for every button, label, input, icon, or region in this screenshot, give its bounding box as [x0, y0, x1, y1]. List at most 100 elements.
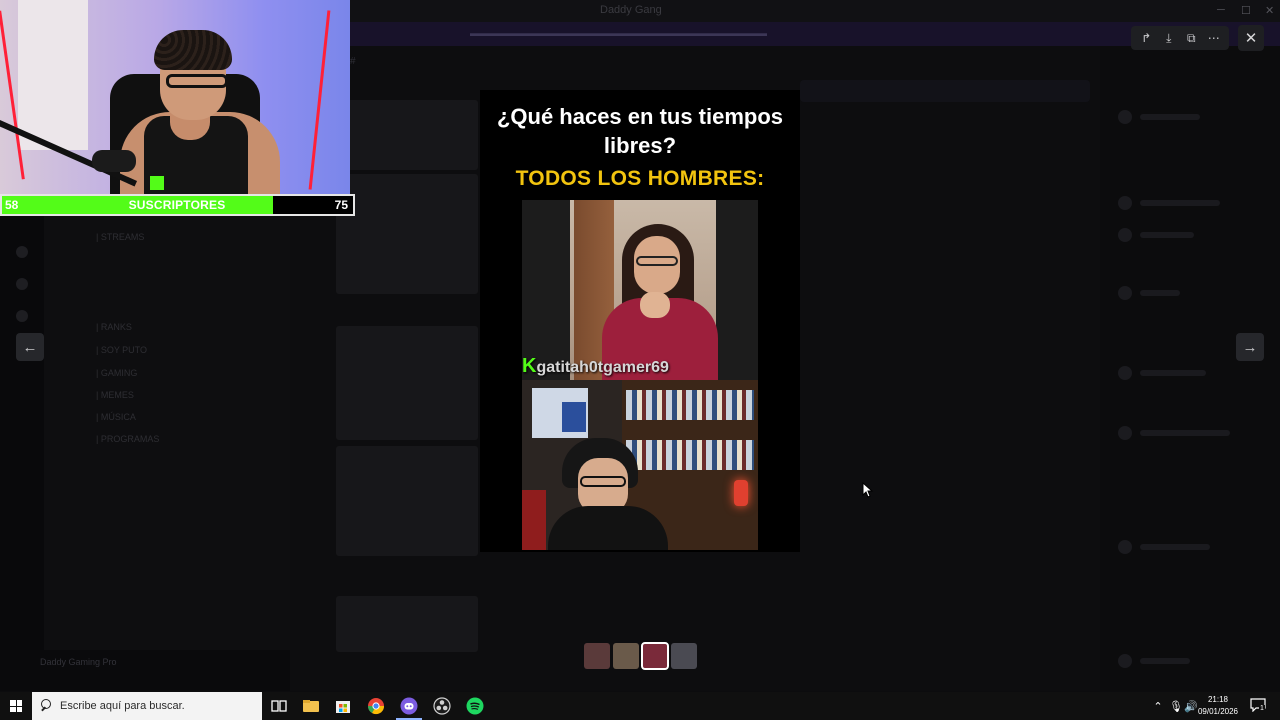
- door: [18, 0, 88, 150]
- led-strip: [308, 10, 331, 190]
- server-icon: [16, 246, 28, 258]
- mouse-cursor-icon: [862, 482, 874, 498]
- viewer-toolbar: ↱ ⤓ ⧉ ⋯: [1131, 26, 1229, 50]
- arrow-right-icon[interactable]: →: [1236, 333, 1264, 361]
- member-avatar: [1118, 286, 1132, 300]
- screen: Daddy Gang ─ ☐ ✕ ▬▬▬▬▬▬▬▬▬▬▬▬▬▬▬▬▬▬▬▬▬▬▬…: [0, 0, 1280, 720]
- member-name: [1140, 290, 1180, 296]
- subscriber-goal: 75: [334, 198, 348, 212]
- window-close-icon: ✕: [1265, 5, 1275, 17]
- forward-icon[interactable]: ↱: [1137, 29, 1155, 47]
- subscriber-label: SUSCRIPTORES: [128, 198, 226, 212]
- minimize-icon: ─: [1217, 4, 1225, 16]
- arrow-left-icon[interactable]: ←: [16, 333, 44, 361]
- glasses: [636, 256, 678, 266]
- chat-image: [336, 174, 478, 294]
- start-button[interactable]: [0, 692, 32, 720]
- clock-date: 09/01/2026: [1197, 707, 1239, 716]
- member-avatar: [1118, 196, 1132, 210]
- books-row: [626, 440, 754, 470]
- meme-top-panel: [522, 200, 758, 380]
- channel-header: #: [350, 56, 356, 67]
- store-icon[interactable]: [334, 697, 352, 715]
- chat-image: [336, 100, 478, 170]
- file-explorer-icon[interactable]: [302, 697, 320, 715]
- thumbnail[interactable]: [584, 643, 610, 669]
- notification-center-icon[interactable]: 1: [1250, 698, 1268, 714]
- member-avatar: [1118, 228, 1132, 242]
- member-name: [1140, 370, 1206, 376]
- notification-count: 1: [1259, 705, 1265, 712]
- channel-name: | PROGRAMAS: [96, 434, 160, 444]
- windows-taskbar: Escribe aquí para buscar. ⌃ 🎙 🔊 21:18 09…: [0, 692, 1280, 720]
- curly-hair: [154, 30, 232, 70]
- book: [522, 490, 546, 550]
- kick-logo-icon: [150, 176, 164, 190]
- books-row: [626, 390, 754, 420]
- channel-name: | MÚSICA: [96, 412, 136, 422]
- notice-banner-text: ▬▬▬▬▬▬▬▬▬▬▬▬▬▬▬▬▬▬▬▬▬▬▬▬▬▬▬▬▬▬▬▬▬: [470, 28, 767, 38]
- spotify-icon[interactable]: [466, 697, 484, 715]
- channel-name: | SOY PUTO: [96, 345, 148, 355]
- hands: [640, 292, 670, 318]
- member-name: [1140, 430, 1230, 436]
- lamp: [734, 480, 748, 506]
- maximize-icon: ☐: [1241, 5, 1251, 17]
- meme-question: ¿Qué haces en tus tiempos libres?: [496, 104, 784, 158]
- obs-icon[interactable]: [433, 697, 451, 715]
- background-search: [800, 80, 1090, 102]
- chat-image: [336, 446, 478, 556]
- discord-icon[interactable]: [400, 697, 418, 715]
- member-avatar: [1118, 426, 1132, 440]
- thumbnail-strip: [584, 642, 697, 670]
- webcam-overlay: [0, 0, 350, 194]
- chrome-icon[interactable]: [367, 697, 385, 715]
- chat-image: [336, 326, 478, 440]
- microphone-icon[interactable]: 🎙: [1168, 700, 1184, 713]
- channel-name: | MEMES: [96, 390, 134, 400]
- user-panel-name: Daddy Gaming Pro: [40, 657, 117, 667]
- clock-time: 21:18: [1207, 695, 1229, 704]
- thumbnail[interactable]: [613, 643, 639, 669]
- app-title: Daddy Gang: [600, 4, 662, 16]
- kick-logo: K: [522, 355, 537, 377]
- member-name: [1140, 114, 1200, 120]
- channel-name: | RANKS: [96, 322, 132, 332]
- member-name: [1140, 544, 1210, 550]
- thumbnail-active[interactable]: [641, 642, 669, 670]
- poster-figure: [562, 402, 586, 432]
- member-name: [1140, 658, 1190, 664]
- glasses: [580, 476, 626, 487]
- search-placeholder: Escribe aquí para buscar.: [60, 700, 185, 712]
- thumbnail[interactable]: [671, 643, 697, 669]
- shirt: [548, 506, 668, 550]
- download-icon[interactable]: ⤓: [1160, 29, 1178, 47]
- chat-image: [336, 596, 478, 652]
- search-icon: [40, 699, 54, 713]
- channel-name: | GAMING: [96, 368, 138, 378]
- meme-headline: TODOS LOS HOMBRES:: [515, 167, 765, 190]
- member-avatar: [1118, 540, 1132, 554]
- task-view-icon[interactable]: [270, 697, 288, 715]
- member-name: [1140, 200, 1220, 206]
- channel-name: | STREAMS: [96, 232, 145, 242]
- server-list: [0, 216, 44, 691]
- media-image: ¿Qué haces en tus tiempos libres? TODOS …: [480, 90, 800, 552]
- member-avatar: [1118, 110, 1132, 124]
- member-avatar: [1118, 366, 1132, 380]
- chevron-up-icon[interactable]: ⌃: [1152, 700, 1164, 713]
- subscriber-goal-bar: 58 SUSCRIPTORES 75: [0, 194, 355, 216]
- member-name: [1140, 232, 1194, 238]
- open-external-icon[interactable]: ⧉: [1182, 29, 1200, 47]
- channel-list: [44, 216, 290, 691]
- glasses: [166, 74, 228, 88]
- close-icon[interactable]: ✕: [1238, 25, 1264, 51]
- microphone: [92, 150, 136, 172]
- taskbar-clock[interactable]: 21:18 09/01/2026: [1192, 694, 1244, 718]
- more-icon[interactable]: ⋯: [1205, 29, 1223, 47]
- kick-watermark: Kgatitah0tgamer69: [522, 355, 669, 378]
- taskbar-search[interactable]: Escribe aquí para buscar.: [32, 692, 262, 720]
- server-icon: [16, 310, 28, 322]
- meme-bottom-panel: [522, 380, 758, 550]
- server-icon: [16, 278, 28, 290]
